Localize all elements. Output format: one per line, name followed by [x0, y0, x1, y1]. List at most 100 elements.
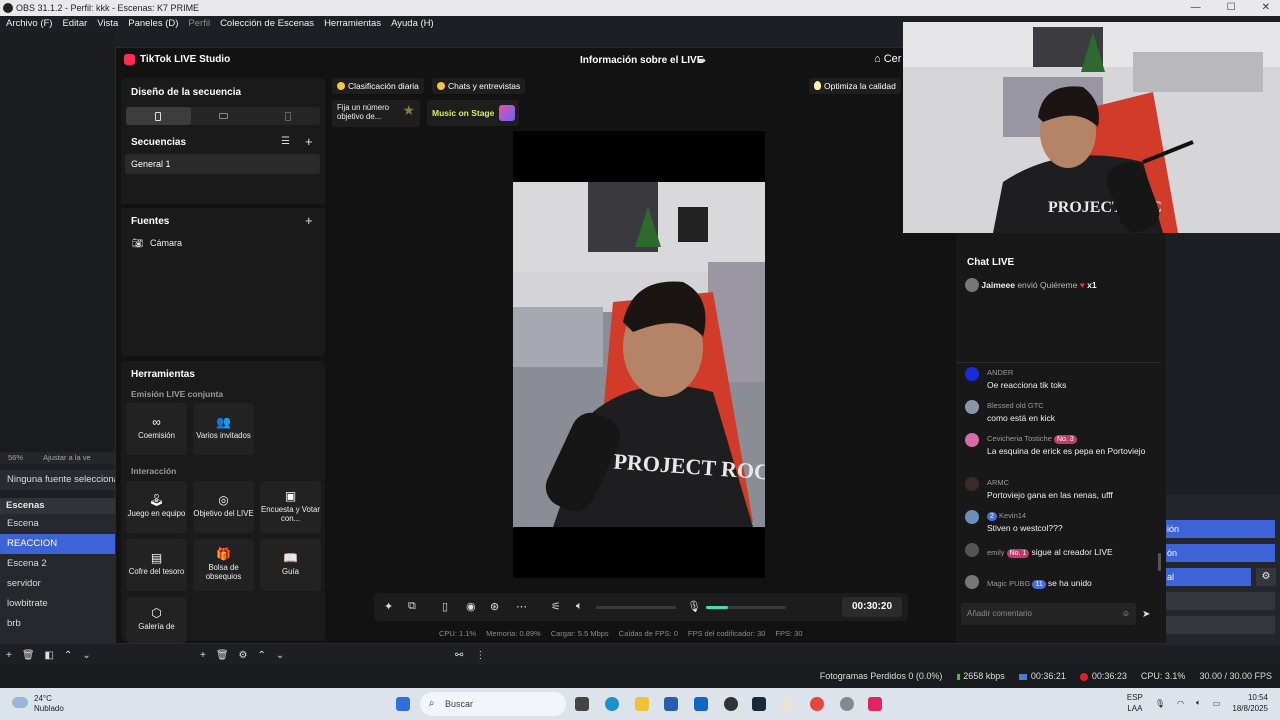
phone-icon[interactable]: ▯: [442, 600, 448, 613]
scene-item[interactable]: servidor: [0, 574, 115, 594]
tiktok-taskbar-icon[interactable]: [868, 697, 882, 711]
obs-taskbar-icon[interactable]: [724, 697, 738, 711]
menu-docks[interactable]: Paneles (D): [128, 16, 178, 32]
control-button[interactable]: al: [1165, 568, 1251, 586]
multi-guest-tool[interactable]: 👥 Varios invitados: [193, 403, 254, 455]
volume-icon[interactable]: 🔈︎: [1196, 698, 1201, 708]
move-down-icon[interactable]: ⌄: [276, 650, 284, 661]
steam-icon[interactable]: [752, 697, 766, 711]
taskbar-search[interactable]: ⌕ Buscar: [420, 692, 566, 716]
settings-icon[interactable]: [840, 697, 854, 711]
capture-icon[interactable]: ⊛: [490, 600, 499, 613]
control-button[interactable]: [1165, 616, 1275, 634]
volume-slider[interactable]: [596, 606, 676, 609]
menu-scene-collection[interactable]: Colección de Escenas: [220, 16, 314, 32]
treasure-chest-tool[interactable]: ▤ Cofre del tesoro: [126, 539, 187, 591]
settings-sliders-icon[interactable]: ⚟: [551, 600, 561, 613]
optimize-quality-chip[interactable]: Optimiza la calidad: [809, 78, 901, 94]
add-source-icon[interactable]: +: [305, 213, 313, 228]
add-icon[interactable]: +: [200, 650, 206, 661]
wifi-icon[interactable]: ◠: [1177, 699, 1184, 708]
control-button[interactable]: ón: [1165, 544, 1275, 562]
minimize-icon[interactable]: —: [1191, 0, 1201, 16]
live-info-link[interactable]: Información sobre el LIVE: [580, 55, 703, 66]
chrome-icon[interactable]: [810, 697, 824, 711]
clock[interactable]: 10:54 18/8/2025: [1232, 692, 1268, 714]
gift-bag-tool[interactable]: 🎁 Bolsa de obsequios: [193, 539, 254, 591]
control-button[interactable]: ión: [1165, 520, 1275, 538]
comment-input[interactable]: Añadir comentario ☺: [961, 603, 1136, 625]
close-icon[interactable]: ✕: [1262, 0, 1270, 16]
target-icon: ◎: [218, 493, 229, 507]
zoom-fit-label[interactable]: Ajustar a la ve: [43, 453, 91, 462]
locked-tab[interactable]: [255, 107, 320, 125]
file-explorer-icon[interactable]: [635, 697, 649, 711]
cohost-tool[interactable]: ∞ Coemisión: [126, 403, 187, 455]
gallery-tool[interactable]: ⬡ Galería de: [126, 597, 187, 643]
sequence-item[interactable]: General 1: [125, 154, 320, 174]
move-up-icon[interactable]: ⌃: [258, 650, 266, 661]
microphone-icon[interactable]: 🎙︎: [687, 600, 701, 613]
menu-profile[interactable]: Perfil: [188, 16, 210, 32]
weather-widget[interactable]: 24°C Nublado: [12, 694, 64, 714]
maximize-icon[interactable]: ☐: [1227, 0, 1236, 16]
scene-item[interactable]: lowbitrate: [0, 594, 115, 614]
emoji-icon[interactable]: ☺: [1122, 603, 1130, 625]
zoom-level[interactable]: 56%: [8, 453, 23, 462]
store-icon[interactable]: [664, 697, 678, 711]
music-on-stage-card[interactable]: Music on Stage: [427, 100, 519, 126]
team-game-tool[interactable]: 🕹 Juego en equipo: [126, 481, 187, 533]
gear-icon[interactable]: ⚙: [239, 650, 248, 661]
list-icon[interactable]: ☰: [281, 136, 290, 147]
filter-icon[interactable]: ◧: [45, 650, 54, 661]
language-indicator[interactable]: ESP LAA: [1127, 692, 1143, 714]
horizontal-tab[interactable]: [191, 107, 256, 125]
add-icon[interactable]: +: [6, 650, 12, 661]
gift-notification: Jaimeee envió Quiéreme ♥ x1: [965, 277, 1155, 294]
menu-help[interactable]: Ayuda (H): [391, 16, 434, 32]
home-button[interactable]: ⌂ Cer: [874, 53, 901, 65]
send-icon[interactable]: ➤: [1142, 609, 1150, 620]
control-button[interactable]: [1165, 592, 1275, 610]
chat-scrollbar[interactable]: [1158, 553, 1161, 571]
menu-tools[interactable]: Herramientas: [324, 16, 381, 32]
trash-icon[interactable]: 🗑: [22, 650, 35, 661]
live-goal-tool[interactable]: ◎ Objetivo del LIVE: [193, 481, 254, 533]
battery-icon[interactable]: ▭: [1213, 699, 1221, 708]
mic-slider[interactable]: [706, 606, 786, 609]
menu-view[interactable]: Vista: [97, 16, 118, 32]
gear-icon[interactable]: ⚙: [1256, 568, 1276, 586]
scene-item[interactable]: Escena 2: [0, 554, 115, 574]
menu-edit[interactable]: Editar: [62, 16, 87, 32]
scene-item[interactable]: Escena: [0, 514, 115, 534]
chats-chip[interactable]: Chats y entrevistas: [432, 78, 526, 94]
add-sequence-icon[interactable]: +: [305, 134, 313, 149]
menu-file[interactable]: Archivo (F): [6, 16, 52, 32]
source-item[interactable]: 📷︎ Cámara: [132, 238, 182, 249]
goal-card[interactable]: Fija un número objetivo de... ★: [332, 100, 420, 127]
scene-item[interactable]: brb: [0, 614, 115, 634]
effects-icon[interactable]: ✦: [384, 600, 393, 613]
add-media-icon[interactable]: ⧉: [408, 600, 416, 613]
scene-item-selected[interactable]: REACCION: [0, 534, 115, 554]
speaker-icon[interactable]: 🔈︎: [576, 600, 583, 613]
link-icon[interactable]: ⚯: [455, 650, 463, 661]
microphone-icon[interactable]: 🎙︎: [1155, 699, 1165, 708]
move-down-icon[interactable]: ⌄: [82, 650, 90, 661]
share-icon[interactable]: ➦: [697, 54, 706, 67]
outlook-icon[interactable]: [694, 697, 708, 711]
app-icon[interactable]: [780, 697, 794, 711]
interaction-tools: 🕹 Juego en equipo ◎ Objetivo del LIVE ▣ Enc…: [126, 481, 321, 643]
guide-tool[interactable]: 📖 Guía: [260, 539, 321, 591]
windows-start-icon[interactable]: [396, 697, 410, 711]
edge-icon[interactable]: [605, 697, 619, 711]
trash-icon[interactable]: 🗑: [216, 650, 229, 661]
more-icon[interactable]: ⋯: [516, 600, 527, 613]
more-vertical-icon[interactable]: ⋮: [475, 650, 485, 661]
task-view-icon[interactable]: [575, 697, 589, 711]
record-button-icon[interactable]: ◉: [466, 600, 476, 613]
daily-ranking-chip[interactable]: Clasificación diaria: [332, 78, 424, 94]
poll-tool[interactable]: ▣ Encuesta y Votar con...: [260, 481, 321, 533]
move-up-icon[interactable]: ⌃: [64, 650, 72, 661]
vertical-tab[interactable]: [126, 107, 191, 125]
